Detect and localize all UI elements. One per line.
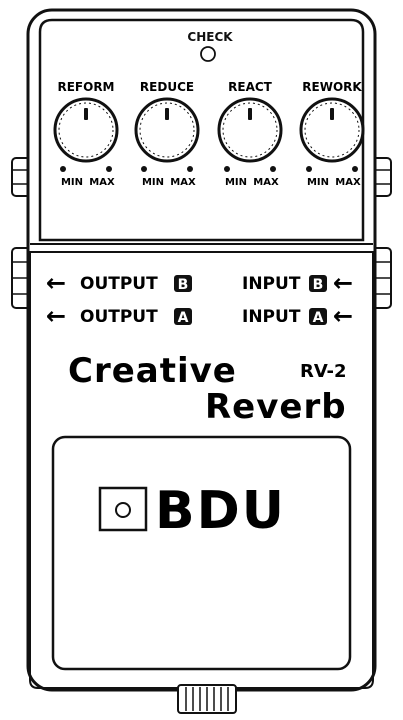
max-label: MAX bbox=[89, 177, 115, 188]
max-dot-icon bbox=[270, 166, 276, 172]
left-arrow-icon: ← bbox=[333, 269, 353, 297]
left-arrow-icon: ← bbox=[46, 302, 66, 330]
max-label: MAX bbox=[253, 177, 279, 188]
brand-logo-text: BDU bbox=[155, 481, 286, 541]
check-led-icon bbox=[200, 46, 216, 62]
knob-pointer bbox=[165, 108, 169, 120]
check-label: CHECK bbox=[187, 30, 233, 44]
input-a-badge: A bbox=[313, 310, 324, 326]
output-b-badge: B bbox=[178, 277, 189, 293]
product-name-line2: Reverb bbox=[205, 387, 347, 427]
min-dot-icon bbox=[60, 166, 66, 172]
min-label: MIN bbox=[225, 177, 247, 188]
left-arrow-icon: ← bbox=[46, 269, 66, 297]
output-a-text: OUTPUT bbox=[80, 307, 158, 327]
input-b-badge: B bbox=[313, 277, 324, 293]
knob-label: REWORK bbox=[302, 80, 362, 94]
input-b-jack-label: INPUT B ← bbox=[242, 269, 353, 297]
min-label: MIN bbox=[61, 177, 83, 188]
min-dot-icon bbox=[141, 166, 147, 172]
input-b-text: INPUT bbox=[242, 274, 301, 294]
max-dot-icon bbox=[352, 166, 358, 172]
logo-square-icon bbox=[98, 486, 148, 532]
min-label: MIN bbox=[307, 177, 329, 188]
pedal-illustration: CHECK REFORM MIN MAX REDUCE MIN MAX REAC… bbox=[11, 8, 392, 714]
max-label: MAX bbox=[170, 177, 196, 188]
knob-label: REFORM bbox=[57, 80, 114, 94]
left-arrow-icon: ← bbox=[333, 302, 353, 330]
knob-pointer bbox=[330, 108, 334, 120]
input-a-jack-label: INPUT A ← bbox=[242, 302, 353, 330]
product-model: RV-2 bbox=[300, 361, 346, 382]
max-dot-icon bbox=[187, 166, 193, 172]
knob-pointer bbox=[248, 108, 252, 120]
battery-thumbscrew[interactable] bbox=[177, 684, 237, 714]
output-b-text: OUTPUT bbox=[80, 274, 158, 294]
min-label: MIN bbox=[142, 177, 164, 188]
min-dot-icon bbox=[306, 166, 312, 172]
min-dot-icon bbox=[224, 166, 230, 172]
product-name-line1: Creative bbox=[68, 351, 237, 391]
knob-pointer bbox=[84, 108, 88, 120]
max-label: MAX bbox=[335, 177, 361, 188]
output-a-badge: A bbox=[178, 310, 189, 326]
knob-label: REDUCE bbox=[140, 80, 194, 94]
input-a-text: INPUT bbox=[242, 307, 301, 327]
knob-label: REACT bbox=[228, 80, 273, 94]
max-dot-icon bbox=[106, 166, 112, 172]
footswitch-pad[interactable] bbox=[51, 435, 352, 671]
pedal-stage: CHECK REFORM MIN MAX REDUCE MIN MAX REAC… bbox=[0, 0, 403, 715]
